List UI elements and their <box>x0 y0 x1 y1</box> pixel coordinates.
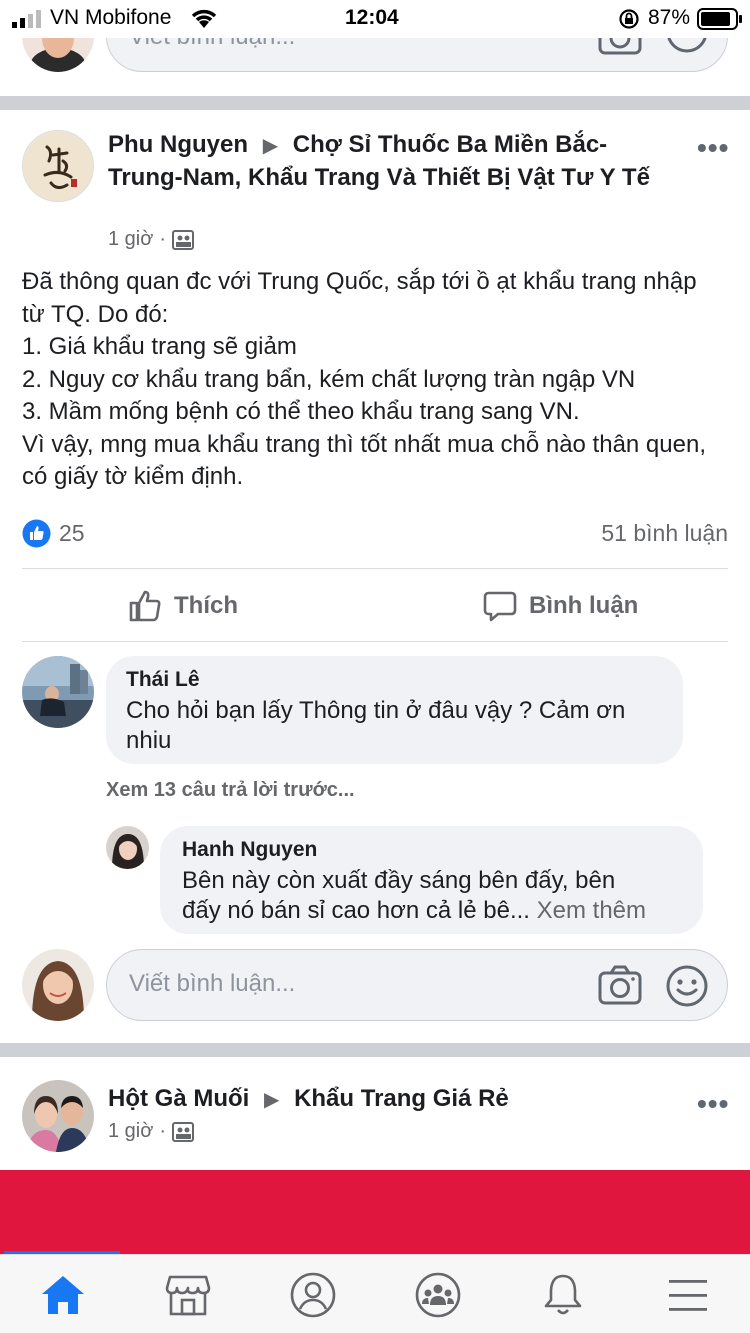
tab-groups[interactable] <box>375 1255 500 1333</box>
post-meta: 1 giờ · <box>108 228 195 251</box>
triangle-right-icon: ▶ <box>262 135 279 157</box>
battery-percent: 87% <box>648 6 691 29</box>
next-post-meta: 1 giờ · <box>108 1120 195 1143</box>
post-more-options-icon[interactable]: ••• <box>697 132 729 164</box>
group-privacy-icon <box>172 1121 195 1142</box>
post-body-line: 1. Giá khẩu trang sẽ giảm <box>22 333 297 360</box>
feed-divider <box>0 96 750 110</box>
commenter-avatar-image <box>22 656 94 728</box>
calligraphy-avatar-image <box>24 132 93 201</box>
next-post-time[interactable]: 1 giờ <box>108 1120 153 1143</box>
reply-avatar-image <box>106 826 149 869</box>
camera-icon[interactable] <box>597 963 643 1007</box>
tab-marketplace[interactable] <box>125 1255 250 1333</box>
post-body-line: 2. Nguy cơ khẩu trang bẩn, kém chất lượn… <box>22 365 636 393</box>
reply-text: Bên này còn xuất đầy sáng bên đấy, bên đ… <box>182 866 681 926</box>
reply-author[interactable]: Hanh Nguyen <box>182 838 681 862</box>
comment-label: Bình luận <box>529 592 639 619</box>
comments-count[interactable]: 51 bình luận <box>601 520 728 547</box>
like-label: Thích <box>174 592 238 619</box>
meta-separator: · <box>159 1120 167 1142</box>
emoji-icon[interactable] <box>664 963 710 1009</box>
next-post-author-avatar[interactable] <box>22 1080 94 1152</box>
next-post-header: Hột Gà Muối ▶ Khẩu Trang Giá Rẻ <box>108 1083 668 1116</box>
reply-text-line-2: đấy nó bán sỉ cao hơn cả lẻ bê... Xem th… <box>182 896 681 926</box>
status-bar: VN Mobifone 12:04 87% <box>0 0 750 38</box>
clock-time: 12:04 <box>345 6 399 29</box>
current-user-avatar[interactable] <box>22 949 94 1021</box>
tab-notifications[interactable] <box>500 1255 625 1333</box>
tab-profile[interactable] <box>250 1255 375 1333</box>
meta-separator: · <box>159 228 167 250</box>
post-body-line: 3. Mầm mống bệnh có thể theo khẩu trang … <box>22 398 580 425</box>
wifi-icon <box>191 9 217 28</box>
home-icon <box>41 1275 84 1314</box>
comment-bubble[interactable]: Thái Lê Cho hỏi bạn lấy Thông tin ở đâu … <box>106 656 683 764</box>
post-author-name[interactable]: Phu Nguyen <box>108 131 248 158</box>
comment-button[interactable]: Bình luận <box>483 589 638 623</box>
reply-bubble[interactable]: Hanh Nguyen Bên này còn xuất đầy sáng bê… <box>160 826 703 934</box>
reactions-count[interactable]: 25 <box>59 520 85 547</box>
carrier-name: VN Mobifone <box>50 6 172 29</box>
comment-input[interactable]: Viết bình luận... <box>106 949 728 1021</box>
group-privacy-icon <box>172 229 195 250</box>
profile-icon <box>290 1272 335 1317</box>
red-banner <box>0 1170 750 1254</box>
bottom-tab-bar <box>0 1254 750 1333</box>
next-post-group-name[interactable]: Khẩu Trang Giá Rẻ <box>294 1085 509 1112</box>
reply-text-truncated: đấy nó bán sỉ cao hơn cả lẻ bê... <box>182 897 530 924</box>
next-post-author-name[interactable]: Hột Gà Muối <box>108 1085 249 1112</box>
thumbs-up-icon <box>129 590 161 622</box>
comment-text: Cho hỏi bạn lấy Thông tin ở đâu vậy ? Cả… <box>126 697 626 754</box>
action-divider-top <box>22 568 728 569</box>
rotation-lock-icon <box>619 9 639 29</box>
post-body-line: Vì vậy, mng mua khẩu trang thì tốt nhất … <box>22 430 706 491</box>
action-divider-bottom <box>22 641 728 642</box>
bell-icon <box>544 1274 581 1314</box>
post-time[interactable]: 1 giờ <box>108 228 153 251</box>
commenter-avatar[interactable] <box>22 656 94 728</box>
feed-divider <box>0 1043 750 1057</box>
comment-bubble-icon <box>483 591 517 622</box>
comment-author[interactable]: Thái Lê <box>126 668 663 692</box>
next-post-avatar-image <box>22 1080 94 1152</box>
marketplace-icon <box>165 1275 210 1315</box>
post-body-line: Đã thông quan đc với Trung Quốc, sắp tới… <box>22 268 697 328</box>
signal-icon <box>12 10 41 28</box>
reply-author-avatar[interactable] <box>106 826 149 869</box>
groups-icon <box>415 1272 460 1317</box>
post-author-avatar[interactable] <box>22 130 94 202</box>
see-more-link[interactable]: Xem thêm <box>537 897 646 924</box>
current-user-avatar-image <box>22 949 94 1021</box>
post-body: Đã thông quan đc với Trung Quốc, sắp tới… <box>22 266 722 494</box>
next-post-more-options-icon[interactable]: ••• <box>697 1088 729 1120</box>
triangle-right-icon: ▶ <box>264 1089 280 1111</box>
like-button[interactable]: Thích <box>128 589 238 623</box>
tab-menu[interactable] <box>625 1255 750 1333</box>
view-previous-replies-link[interactable]: Xem 13 câu trả lời trước... <box>106 779 355 802</box>
reply-text-line-1: Bên này còn xuất đầy sáng bên đấy, bên <box>182 867 616 894</box>
comment-input-placeholder: Viết bình luận... <box>129 970 296 997</box>
like-reaction-icon[interactable] <box>22 519 51 548</box>
tab-home[interactable] <box>0 1255 125 1333</box>
hamburger-menu-icon <box>668 1279 707 1311</box>
battery-icon <box>697 8 742 30</box>
post-header: Phu Nguyen ▶ Chợ Sỉ Thuốc Ba Miền Bắc-Tr… <box>108 129 668 193</box>
